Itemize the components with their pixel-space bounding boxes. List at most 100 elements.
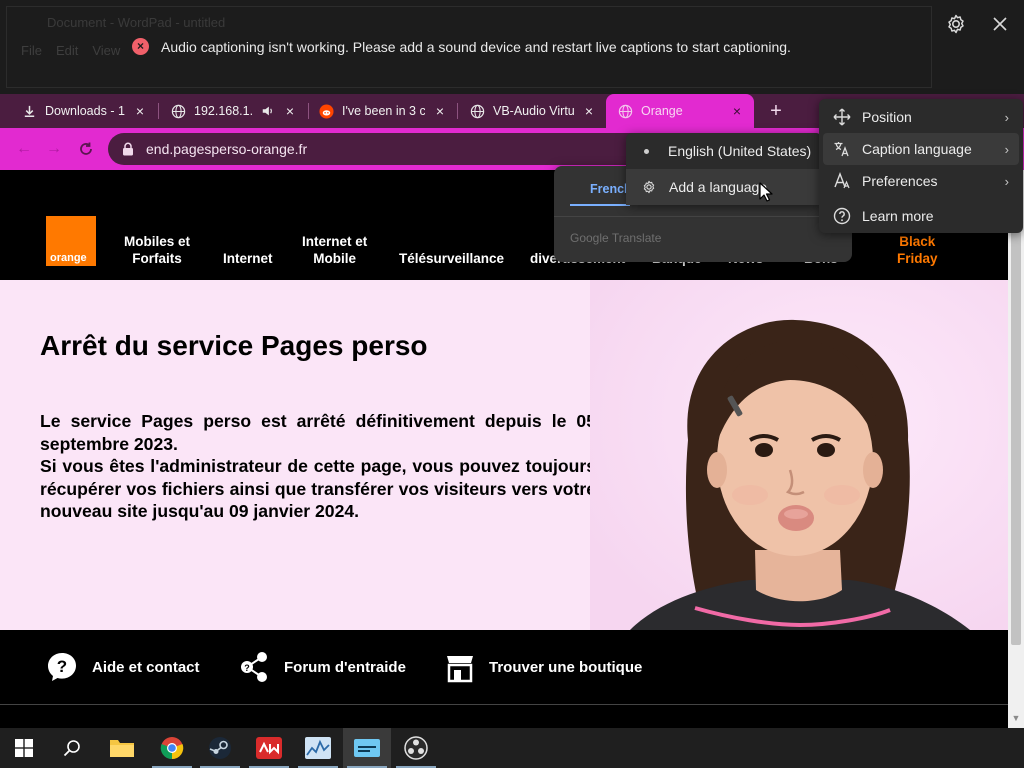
- menu-edit: Edit: [55, 43, 79, 58]
- error-icon: ×: [132, 38, 149, 55]
- caption-error-message: × Audio captioning isn't working. Please…: [132, 38, 791, 55]
- menu-item-label: Caption language: [862, 141, 972, 157]
- menu-item-caption-language[interactable]: Caption language ›: [823, 133, 1019, 165]
- notice-paragraph: Le service Pages perso est arrêté défini…: [40, 411, 596, 454]
- gear-icon: [643, 180, 655, 194]
- footer-boutique[interactable]: Trouver une boutique: [445, 648, 642, 686]
- google-translate-label: Google Translate: [570, 231, 662, 245]
- desktop: Document - WordPad - untitled File Edit …: [0, 0, 1024, 768]
- menu-view: View: [92, 43, 121, 58]
- tab-reddit[interactable]: I've been in 3 countries ×: [309, 94, 457, 128]
- tab-downloads[interactable]: Downloads - 1% ×: [0, 94, 157, 128]
- caption-language-submenu: English (United States) Add a language: [626, 133, 822, 205]
- nav-label: Black Friday: [897, 234, 938, 266]
- menu-item-learn-more[interactable]: Learn more: [819, 200, 1023, 232]
- orange-logo[interactable]: orange: [46, 216, 96, 266]
- forum-icon: ?: [241, 652, 267, 682]
- footer-forum[interactable]: ? Forum d'entraide: [240, 648, 406, 686]
- move-icon: [833, 108, 851, 126]
- mouse-cursor-icon: [759, 182, 773, 202]
- globe-icon: [470, 104, 485, 118]
- download-icon: [24, 105, 35, 117]
- tab-close-icon[interactable]: ×: [433, 103, 447, 119]
- captions-icon: [354, 739, 380, 757]
- taskbar-voice-app[interactable]: [245, 728, 293, 768]
- globe-icon: [171, 104, 186, 118]
- caption-settings-gear-icon[interactable]: [944, 12, 968, 36]
- tab-close-icon[interactable]: ×: [582, 103, 596, 119]
- voicemeeter-icon: [256, 737, 282, 759]
- forward-arrow-icon[interactable]: →: [44, 139, 64, 159]
- lock-icon[interactable]: [122, 142, 134, 156]
- scroll-down-arrow-icon[interactable]: ▼: [1010, 713, 1022, 723]
- question-icon: [833, 207, 851, 225]
- footer-divider: [0, 704, 1008, 705]
- footer-label: Forum d'entraide: [284, 658, 406, 676]
- hero-section: Arrêt du service Pages perso Le service …: [0, 280, 1008, 630]
- taskbar-obs[interactable]: [392, 728, 440, 768]
- start-button[interactable]: [0, 728, 48, 768]
- web-page: orange Mobiles et Forfaits Internet Inte…: [0, 170, 1008, 728]
- caption-settings-menu: Position › Caption language › Preference…: [819, 99, 1023, 233]
- taskbar: [0, 728, 1024, 768]
- footer-label: Aide et contact: [92, 658, 200, 676]
- notice-paragraph: Si vous êtes l'administrateur de cette p…: [40, 456, 596, 521]
- nav-mobiles-forfaits[interactable]: Mobiles et Forfaits: [124, 233, 190, 267]
- menu-item-position[interactable]: Position ›: [819, 101, 1023, 133]
- taskbar-chrome[interactable]: [148, 728, 196, 768]
- nav-label: Mobiles et Forfaits: [124, 234, 191, 266]
- steam-icon: [209, 737, 231, 759]
- add-language-item[interactable]: Add a language: [626, 169, 822, 205]
- chevron-right-icon: ›: [1004, 173, 1009, 189]
- footer-aide-contact[interactable]: ? Aide et contact: [46, 648, 200, 686]
- menu-item-label: Position: [862, 109, 912, 125]
- tab-vb-audio[interactable]: VB-Audio Virtual Cable ×: [458, 94, 606, 128]
- svg-text:?: ?: [244, 663, 250, 673]
- chevron-right-icon: ›: [1004, 109, 1009, 125]
- scrollbar-thumb[interactable]: [1011, 210, 1021, 645]
- girl-photo: [590, 280, 1008, 630]
- search-icon: [63, 740, 80, 757]
- nav-telesurveillance[interactable]: Télésurveillance: [399, 250, 504, 267]
- menu-item-label: Learn more: [862, 208, 934, 224]
- background-window-menu: File Edit View: [21, 43, 120, 58]
- nav-black-friday[interactable]: Black Friday: [897, 233, 938, 267]
- nav-internet-mobile[interactable]: Internet et Mobile: [302, 233, 367, 267]
- tab-close-icon[interactable]: ×: [133, 103, 147, 119]
- svg-text:?: ?: [57, 657, 67, 676]
- tab-title: 192.168.1.1: [194, 104, 253, 118]
- reddit-icon: [319, 103, 334, 119]
- shop-icon: [447, 656, 473, 683]
- menu-item-preferences[interactable]: Preferences ›: [819, 165, 1023, 197]
- taskbar-live-captions[interactable]: [343, 728, 391, 768]
- tab-router[interactable]: 192.168.1.1 ×: [159, 94, 307, 128]
- text-size-icon: [834, 172, 850, 189]
- waveform-icon: [305, 737, 331, 759]
- taskbar-search-button[interactable]: [48, 728, 96, 768]
- add-language-label: Add a language: [669, 179, 768, 195]
- caption-close-icon[interactable]: [988, 12, 1012, 36]
- tab-close-icon[interactable]: ×: [283, 103, 297, 119]
- new-tab-button[interactable]: +: [764, 100, 788, 122]
- taskbar-steam[interactable]: [196, 728, 244, 768]
- chrome-icon: [160, 737, 184, 760]
- speaker-icon[interactable]: [261, 104, 275, 118]
- tab-close-icon[interactable]: ×: [730, 103, 744, 119]
- language-option-english-us[interactable]: English (United States): [626, 133, 822, 169]
- language-option-label: English (United States): [668, 143, 812, 159]
- obs-icon: [404, 736, 428, 760]
- nav-internet[interactable]: Internet: [223, 250, 273, 267]
- footer-label: Trouver une boutique: [489, 658, 643, 676]
- back-arrow-icon[interactable]: ←: [14, 139, 34, 159]
- caption-error-text: Audio captioning isn't working. Please a…: [161, 38, 791, 55]
- tab-title: Orange: [641, 104, 683, 118]
- nav-label: Télésurveillance: [399, 251, 505, 266]
- taskbar-audio-monitor[interactable]: [294, 728, 342, 768]
- url-text: end.pagesperso-orange.fr: [146, 141, 308, 157]
- help-icon: ?: [48, 653, 76, 681]
- reload-icon[interactable]: [78, 141, 94, 157]
- tab-orange[interactable]: Orange ×: [606, 94, 754, 128]
- taskbar-file-explorer[interactable]: [98, 728, 146, 768]
- nav-label: Internet: [223, 251, 273, 266]
- translate-icon: [834, 142, 849, 157]
